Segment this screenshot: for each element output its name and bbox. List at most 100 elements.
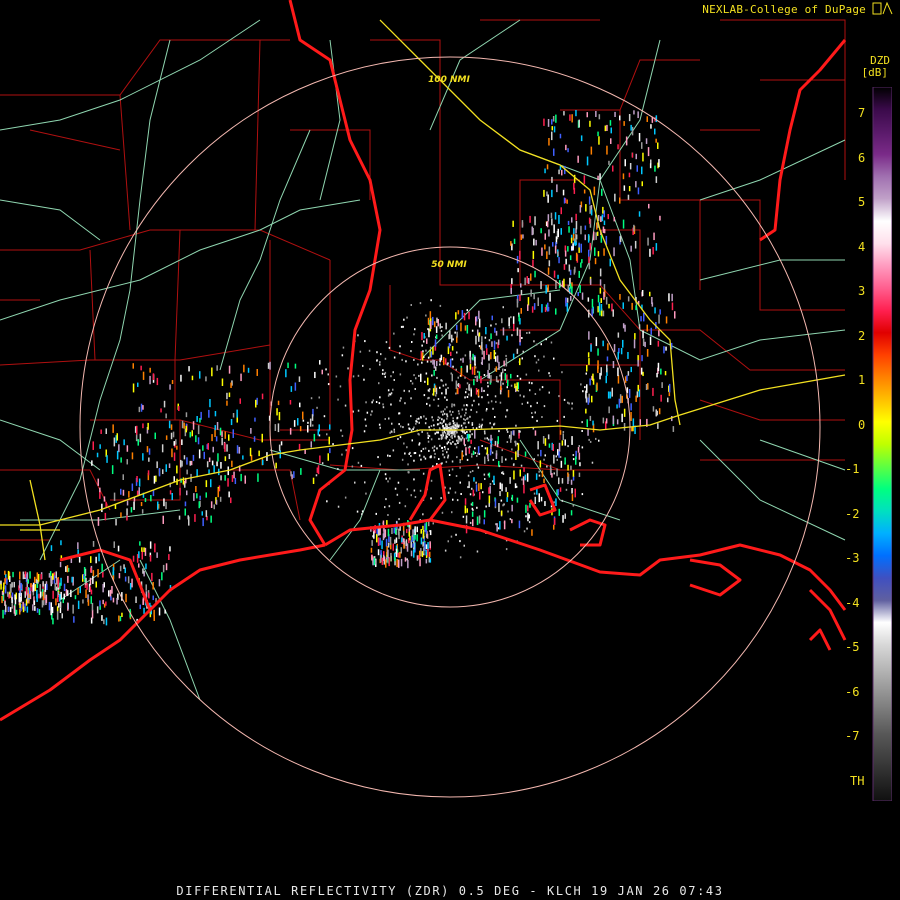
radar-echo-bin <box>425 544 428 550</box>
radar-echo-bin <box>116 433 118 441</box>
radar-echo-bin <box>527 304 529 311</box>
radar-echo-bin <box>465 411 467 414</box>
radar-echo-bin <box>212 446 214 453</box>
radar-echo-bin <box>443 412 446 415</box>
radar-echo-bin <box>453 404 456 407</box>
radar-echo-bin <box>571 114 573 123</box>
radar-echo-bin <box>403 318 405 321</box>
radar-echo-bin <box>430 438 433 441</box>
radar-echo-bin <box>442 427 445 430</box>
radar-echo-bin <box>578 119 580 128</box>
radar-echo-bin <box>502 306 504 309</box>
radar-echo-bin <box>625 136 628 146</box>
radar-echo-bin <box>492 458 495 461</box>
radar-echo-bin <box>575 456 577 465</box>
radar-echo-bin <box>517 268 519 273</box>
radar-echo-bin <box>446 442 448 445</box>
radar-echo-bin <box>544 438 547 446</box>
radar-echo-bin <box>453 421 456 424</box>
radar-echo-bin <box>302 419 305 422</box>
radar-echo-bin <box>520 234 523 240</box>
county-line <box>89 249 96 361</box>
radar-echo-bin <box>549 292 551 302</box>
radar-echo-bin <box>426 432 429 435</box>
radar-echo-bin <box>11 593 14 598</box>
radar-echo-bin <box>542 436 545 444</box>
radar-echo-bin <box>517 443 520 451</box>
radar-echo-bin <box>421 332 423 341</box>
radar-echo-bin <box>18 580 21 589</box>
radar-echo-bin <box>455 431 457 434</box>
radar-echo-bin <box>373 557 376 566</box>
radar-echo-bin <box>411 382 414 385</box>
radar-echo-bin <box>401 458 404 461</box>
radar-echo-bin <box>578 242 580 248</box>
radar-echo-bin <box>381 557 384 565</box>
radar-echo-bin <box>571 407 573 410</box>
radar-echo-bin <box>250 428 252 434</box>
radar-echo-bin <box>300 468 302 475</box>
radar-echo-bin <box>597 294 600 303</box>
radar-echo-bin <box>580 225 582 235</box>
radar-echo-bin <box>509 518 512 521</box>
radar-echo-bin <box>488 354 490 361</box>
radar-echo-bin <box>561 169 563 176</box>
radar-echo-bin <box>249 447 252 457</box>
radar-echo-bin <box>138 487 140 496</box>
radar-echo-bin <box>547 267 550 275</box>
radar-echo-bin <box>368 349 371 352</box>
radar-echo-bin <box>426 402 428 405</box>
radar-echo-bin <box>471 470 474 472</box>
radar-echo-bin <box>484 432 486 435</box>
radar-echo-bin <box>410 397 412 400</box>
radar-echo-bin <box>220 475 222 481</box>
radar-echo-bin <box>483 430 486 433</box>
radar-echo-bin <box>446 406 448 409</box>
radar-echo-bin <box>394 487 397 490</box>
radar-echo-bin <box>156 461 158 469</box>
radar-echo-bin <box>437 418 439 421</box>
radar-echo-bin <box>430 299 432 302</box>
radar-echo-bin <box>507 389 510 398</box>
radar-echo-bin <box>586 365 588 372</box>
radar-echo-bin <box>434 339 437 347</box>
radar-echo-bin <box>468 311 470 320</box>
radar-echo-bin <box>9 607 12 613</box>
radar-echo-bin <box>147 470 150 476</box>
radar-echo-bin <box>175 439 177 445</box>
radar-echo-bin <box>667 397 669 403</box>
radar-echo-bin <box>52 573 54 580</box>
radar-echo-bin <box>640 367 643 375</box>
radar-echo-bin <box>89 586 92 592</box>
radar-echo-bin <box>436 317 438 323</box>
color-scale-tick: 5 <box>858 195 866 209</box>
radar-echo-bin <box>441 326 443 328</box>
county-line <box>0 344 271 366</box>
radar-echo-bin <box>179 487 181 496</box>
radar-echo-bin <box>466 365 468 373</box>
radar-echo-bin <box>428 388 431 391</box>
radar-echo-bin <box>658 408 661 415</box>
radar-echo-bin <box>573 182 575 190</box>
radar-echo-bin <box>547 284 549 292</box>
radar-echo-bin <box>391 422 393 425</box>
radar-echo-bin <box>53 575 56 584</box>
radar-echo-bin <box>484 336 487 339</box>
radar-echo-bin <box>536 419 538 422</box>
radar-echo-bin <box>398 531 400 540</box>
radar-echo-bin <box>541 416 543 418</box>
radar-echo-bin <box>487 438 490 441</box>
radar-echo-bin <box>593 186 596 196</box>
radar-echo-bin <box>654 307 656 314</box>
radar-echo-bin <box>658 159 660 168</box>
radar-echo-bin <box>217 488 219 498</box>
radar-echo-bin <box>464 432 466 435</box>
radar-echo-bin <box>387 480 389 483</box>
radar-echo-bin <box>587 428 589 436</box>
radar-echo-bin <box>126 459 128 465</box>
radar-echo-bin <box>436 361 438 367</box>
radar-echo-bin <box>445 423 447 426</box>
radar-echo-bin <box>660 394 662 402</box>
radar-echo-bin <box>477 446 480 454</box>
radar-echo-bin <box>298 376 301 382</box>
